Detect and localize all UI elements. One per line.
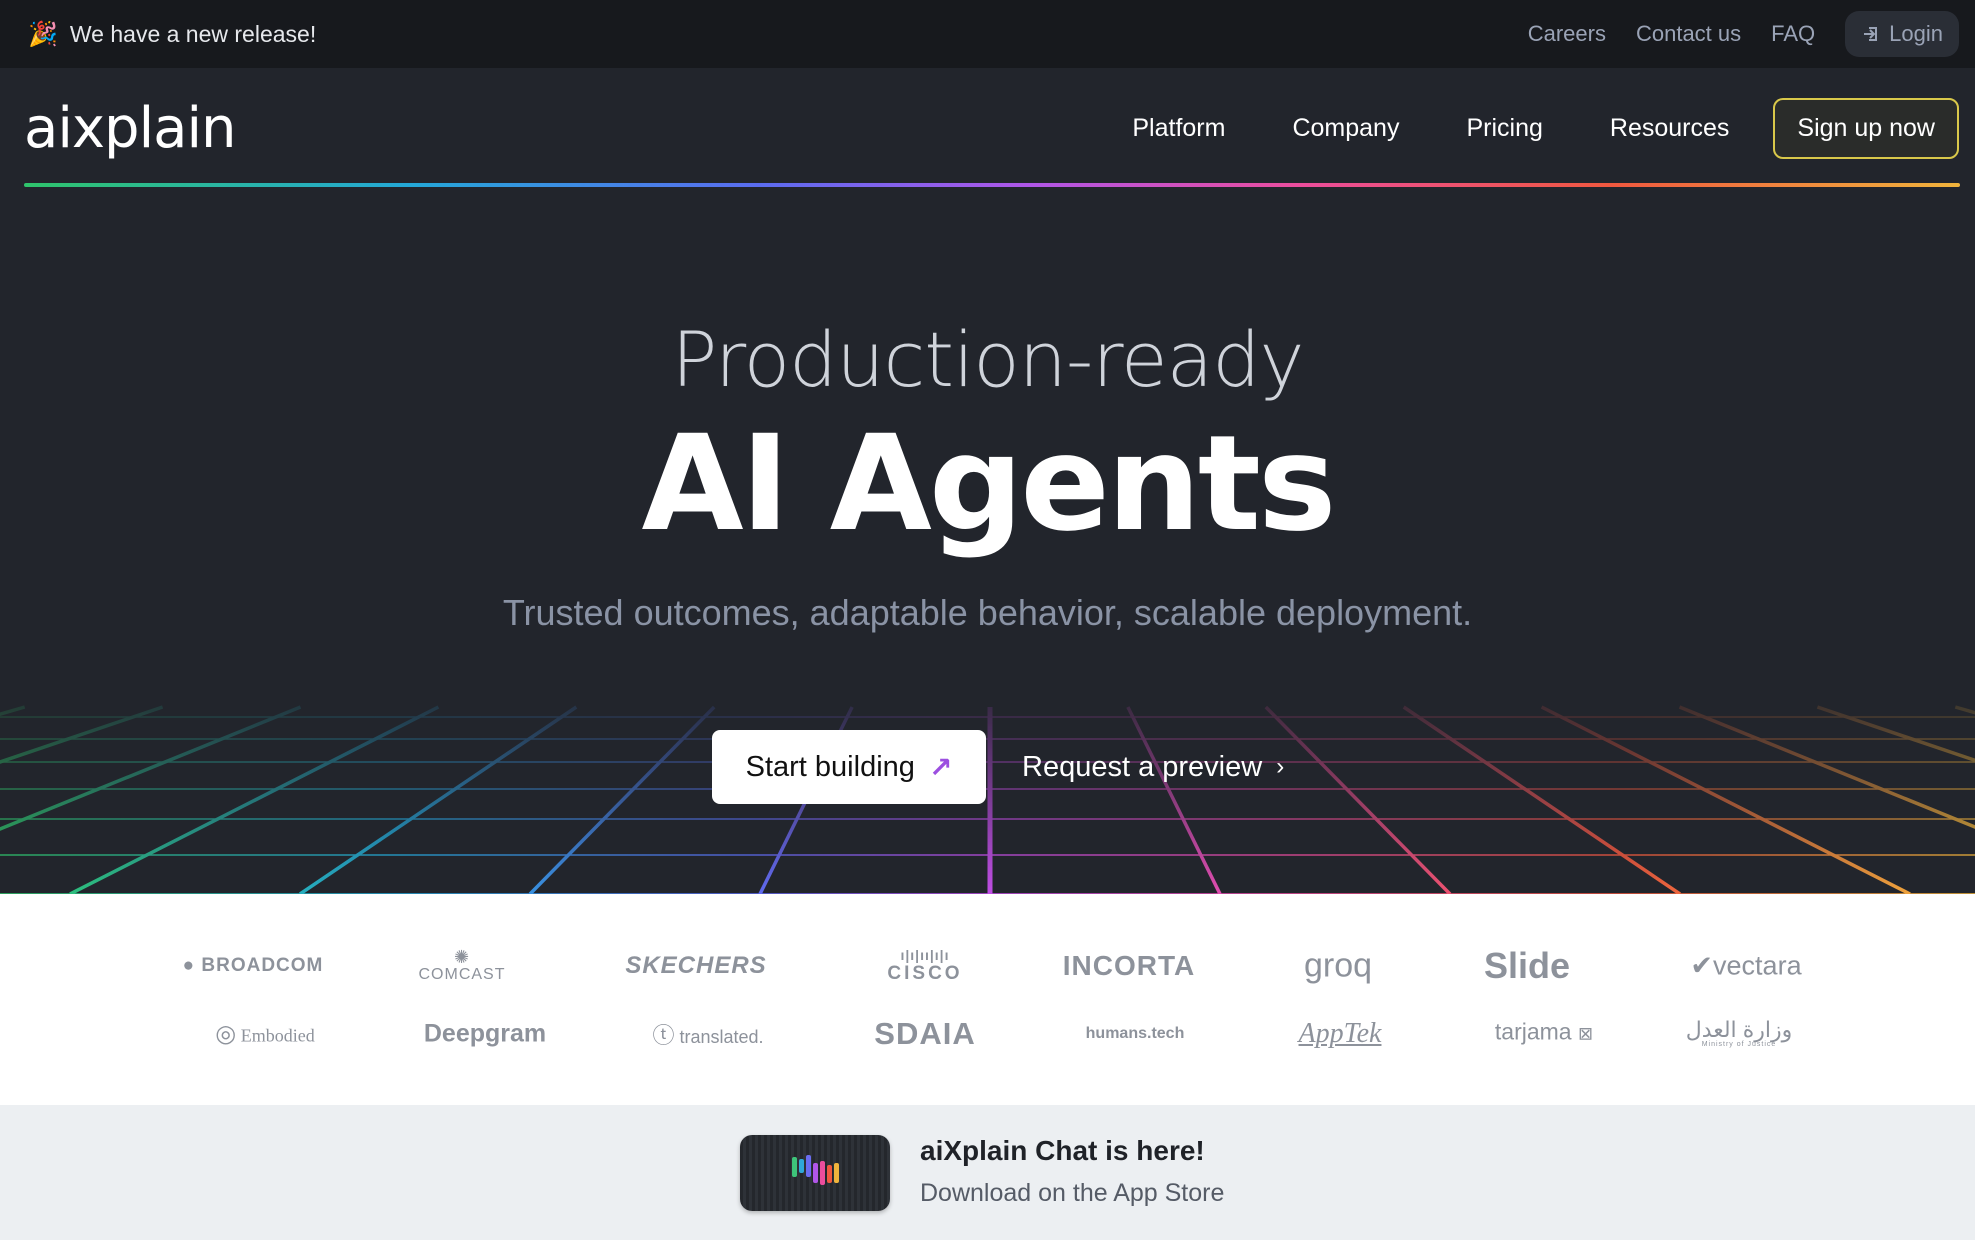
cisco-bars-icon: ı|ı|ıı|ı|ı: [900, 947, 950, 963]
top-links: Careers Contact us FAQ Login: [1528, 11, 1959, 57]
aixplain-chat-app-icon[interactable]: [740, 1135, 890, 1211]
announcement-bar: 🎉 We have a new release! Careers Contact…: [0, 0, 1975, 68]
grid-converging-line: [528, 705, 716, 894]
logo-slide: Slide: [1483, 945, 1571, 986]
logo-skechers: SKECHERS: [625, 952, 767, 979]
request-preview-label: Request a preview: [1022, 750, 1263, 783]
login-label: Login: [1889, 21, 1943, 46]
translated-icon: ⓣ: [652, 1023, 675, 1048]
logo-comcast: ✺ COMCAST: [418, 947, 506, 983]
nav-item-company[interactable]: Company: [1292, 114, 1399, 143]
logo-humans-tech: humans.tech: [1085, 1025, 1185, 1042]
login-arrow-icon: [1864, 27, 1878, 41]
nav-item-platform[interactable]: Platform: [1132, 114, 1225, 143]
logo-apptek: AppTek: [1298, 1018, 1382, 1049]
main-nav: aixplain Platform Company Pricing Resour…: [0, 68, 1975, 186]
faq-link[interactable]: FAQ: [1771, 21, 1815, 47]
announcement[interactable]: 🎉 We have a new release!: [28, 20, 316, 49]
hero-subtitle: Trusted outcomes, adaptable behavior, sc…: [502, 592, 1473, 633]
login-button[interactable]: Login: [1845, 11, 1959, 57]
embodied-icon: ◎: [215, 1021, 237, 1048]
start-building-label: Start building: [745, 750, 915, 783]
nav-menu: Platform Company Pricing Resources Sign …: [1132, 98, 1959, 159]
sign-up-button[interactable]: Sign up now: [1773, 98, 1959, 159]
logo-vectara: ✔vectara: [1690, 950, 1802, 981]
grid-converging-line: [69, 705, 440, 894]
logo-deepgram: Deepgram: [423, 1019, 547, 1048]
logo-translated: ⓣ translated.: [652, 1023, 764, 1048]
logo-embodied: ◎ Embodied: [215, 1021, 315, 1048]
check-icon: ✔: [1690, 950, 1714, 981]
start-building-button[interactable]: Start building ↗: [712, 730, 986, 804]
chat-promo-banner: aiXplain Chat is here! Download on the A…: [0, 1105, 1975, 1240]
arrow-up-right-icon: ↗: [928, 751, 953, 783]
grid-converging-line: [0, 705, 26, 716]
grid-converging-line: [1264, 705, 1452, 894]
chat-bars-icon: [792, 1155, 839, 1185]
logo-broadcom: ● BROADCOM: [182, 955, 324, 976]
hero-section: Production-ready AI Agents Trusted outco…: [0, 187, 1975, 894]
grid-converging-line: [1402, 705, 1681, 894]
client-logos: ● BROADCOM ✺ COMCAST SKECHERS ı|ı|ıı|ı|ı C…: [0, 894, 1975, 1105]
logo-groq: groq: [1303, 946, 1373, 985]
hero-pre-title: Production-ready: [671, 315, 1305, 404]
logo-incorta: INCORTA: [1062, 950, 1196, 981]
tarjama-mark-icon: ⊠: [1578, 1023, 1594, 1044]
announcement-text[interactable]: We have a new release!: [70, 21, 316, 48]
grid-converging-line: [299, 705, 578, 894]
grid-converging-line: [1816, 705, 1975, 763]
promo-title[interactable]: aiXplain Chat is here!: [920, 1135, 1205, 1167]
aixplain-logo[interactable]: aixplain: [24, 96, 236, 161]
hero-title: AI Agents: [641, 407, 1336, 561]
nav-item-pricing[interactable]: Pricing: [1466, 114, 1542, 143]
grid-converging-line: [1540, 705, 1911, 894]
logo-ministry-of-justice: وزارة العدل Ministry of Justice: [1685, 1017, 1793, 1049]
nav-item-resources[interactable]: Resources: [1610, 114, 1730, 143]
grid-converging-line: [1954, 705, 1975, 715]
contact-us-link[interactable]: Contact us: [1636, 21, 1741, 47]
peacock-icon: ✺: [453, 947, 471, 967]
grid-converging-line: [0, 705, 164, 764]
logo-cisco: ı|ı|ıı|ı|ı CISCO: [887, 947, 963, 984]
party-popper-icon: 🎉: [28, 20, 58, 48]
logo-tarjama: tarjama ⊠: [1494, 1018, 1594, 1045]
logo-sdaia: SDAIA: [874, 1016, 976, 1051]
request-preview-button[interactable]: Request a preview ›: [1022, 730, 1284, 804]
broadcom-icon: ●: [182, 955, 196, 976]
chevron-right-icon: ›: [1276, 753, 1285, 780]
promo-subtitle[interactable]: Download on the App Store: [920, 1179, 1224, 1208]
careers-link[interactable]: Careers: [1528, 21, 1606, 47]
